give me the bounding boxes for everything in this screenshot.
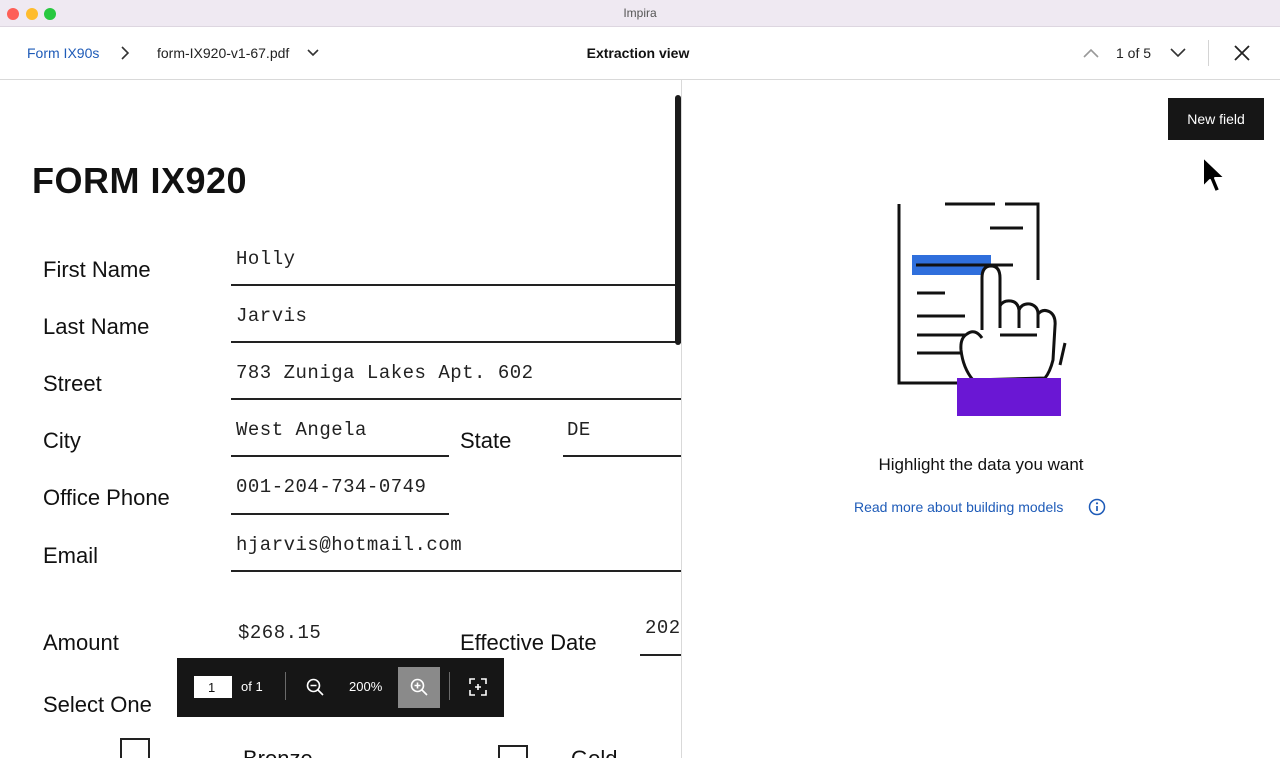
info-icon[interactable]: [1088, 498, 1106, 516]
email-line: [231, 570, 681, 572]
effective-date-value[interactable]: 202: [645, 617, 681, 639]
document-viewer: FORM IX920 First Name Holly Last Name Ja…: [0, 80, 681, 758]
effective-date-label: Effective Date: [460, 630, 597, 655]
option-label-1: Bronze: [243, 746, 313, 758]
select-one-label: Select One: [43, 692, 152, 717]
read-more-link[interactable]: Read more about building models: [854, 499, 1063, 515]
office-phone-label: Office Phone: [43, 485, 170, 510]
last-name-value[interactable]: Jarvis: [236, 305, 307, 327]
toolbar-divider: [449, 672, 450, 700]
window-titlebar: Impira: [0, 0, 1280, 27]
email-value[interactable]: hjarvis@hotmail.com: [236, 534, 462, 556]
office-phone-line: [231, 513, 449, 515]
first-name-value[interactable]: Holly: [236, 248, 296, 270]
highlight-illustration-icon: [897, 202, 1067, 416]
city-value[interactable]: West Angela: [236, 419, 367, 441]
option-label-2: Gold: [571, 746, 617, 758]
new-field-tooltip[interactable]: New field: [1168, 98, 1264, 140]
first-name-line: [231, 284, 681, 286]
state-label: State: [460, 428, 512, 453]
city-label: City: [43, 428, 81, 453]
state-value[interactable]: DE: [567, 419, 591, 441]
highlight-hint-text: Highlight the data you want: [878, 455, 1084, 474]
amount-value[interactable]: $268.15: [238, 622, 321, 644]
extraction-header: Form IX90s form-IX920-v1-67.pdf Extracti…: [0, 27, 1280, 80]
email-label: Email: [43, 543, 99, 568]
amount-label: Amount: [43, 630, 119, 655]
last-name-label: Last Name: [43, 314, 150, 339]
first-name-label: First Name: [43, 257, 151, 282]
document-counter: 1 of 5: [1116, 45, 1152, 61]
page-count-label: of 1: [241, 679, 263, 694]
header-divider: [1208, 40, 1209, 66]
fit-to-screen-icon[interactable]: [468, 677, 488, 697]
page-number-input[interactable]: [194, 676, 232, 698]
zoom-out-icon[interactable]: [305, 677, 325, 697]
form-title: FORM IX920: [32, 160, 248, 201]
last-name-line: [231, 341, 681, 343]
panel-divider: [681, 80, 682, 758]
city-line: [231, 455, 449, 457]
mouse-cursor-icon: [1202, 156, 1226, 193]
viewer-toolbar: of 1 200%: [177, 658, 504, 717]
office-phone-value[interactable]: 001-204-734-0749: [236, 476, 426, 498]
window-title: Impira: [623, 6, 657, 20]
toolbar-divider: [285, 672, 286, 700]
effective-date-line: [640, 654, 681, 656]
previous-document-icon[interactable]: [1081, 44, 1101, 62]
option-checkbox-2[interactable]: [498, 745, 528, 758]
street-label: Street: [43, 371, 102, 396]
street-line: [231, 398, 681, 400]
state-line: [563, 455, 681, 457]
zoom-in-button[interactable]: [398, 667, 440, 708]
next-document-icon[interactable]: [1168, 44, 1188, 62]
option-checkbox-1[interactable]: [120, 738, 150, 758]
close-icon[interactable]: [1232, 43, 1252, 63]
zoom-level: 200%: [349, 679, 383, 694]
zoom-in-icon: [410, 678, 428, 696]
street-value[interactable]: 783 Zuniga Lakes Apt. 602: [236, 362, 534, 384]
